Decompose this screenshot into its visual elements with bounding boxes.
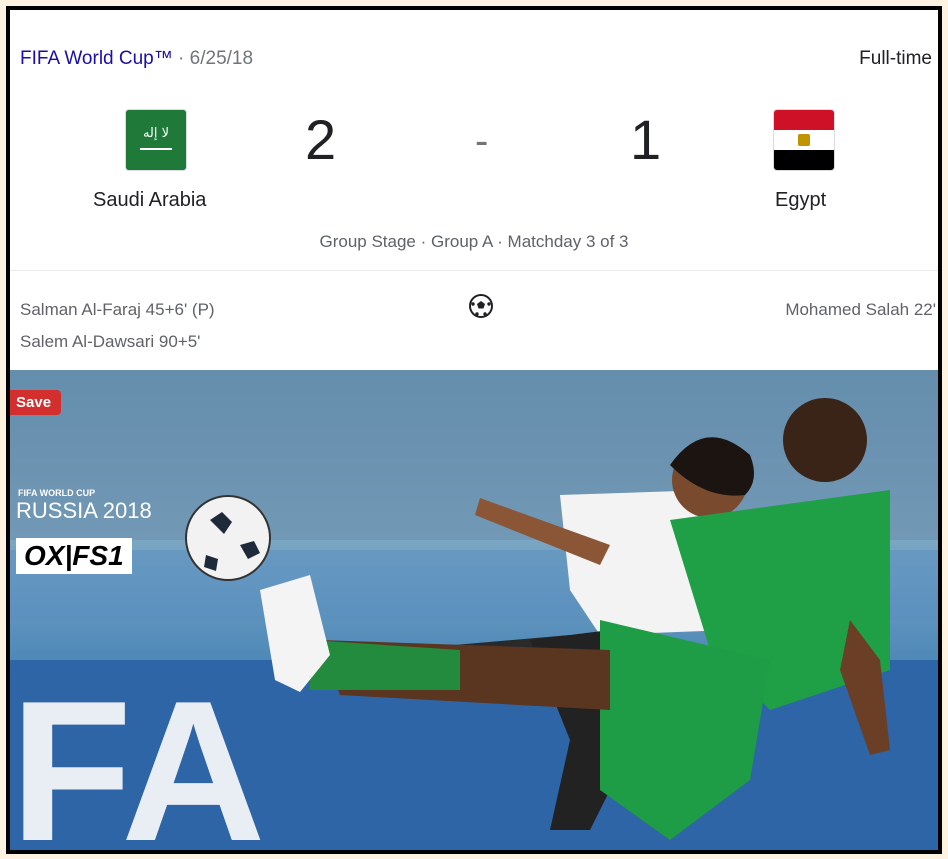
match-card-frame: FIFA World Cup™ · 6/25/18 Full-time ﻻ إل…: [6, 6, 942, 854]
match-date: · 6/25/18: [178, 48, 254, 69]
save-button[interactable]: Save: [10, 390, 62, 415]
svg-text:ﻻ إله: ﻻ إله: [143, 126, 169, 141]
match-highlight-image[interactable]: FA Save FIFA WORLD CUP RUSSIA 2018 OX|FS…: [10, 370, 938, 854]
away-team-name[interactable]: Egypt: [775, 189, 826, 212]
home-scorer: Salman Al-Faraj 45+6' (P): [20, 300, 215, 319]
away-scorer: Mohamed Salah 22': [785, 300, 936, 319]
match-header: FIFA World Cup™ · 6/25/18: [20, 48, 253, 70]
home-team-name[interactable]: Saudi Arabia: [93, 189, 206, 212]
egypt-flag-icon[interactable]: [773, 109, 835, 171]
match-status: Full-time: [859, 48, 932, 69]
soccer-ball-icon: [468, 293, 494, 319]
fifa-board-text: FA: [10, 660, 266, 854]
away-scorers: Mohamed Salah 22': [785, 294, 936, 326]
home-scorer: Salem Al-Dawsari 90+5': [20, 332, 201, 351]
home-scorers: Salman Al-Faraj 45+6' (P) Salem Al-Dawsa…: [20, 294, 215, 358]
match-photo: FA: [10, 370, 938, 854]
score-separator: -: [475, 119, 489, 163]
match-card: FIFA World Cup™ · 6/25/18 Full-time ﻻ إل…: [10, 10, 938, 370]
away-score: 1: [630, 108, 662, 171]
divider: [10, 270, 938, 271]
competition-link[interactable]: FIFA World Cup™: [20, 48, 173, 69]
saudi-arabia-flag-icon[interactable]: ﻻ إله: [125, 109, 187, 171]
wc-logo-small-text: FIFA WORLD CUP: [18, 488, 96, 498]
broadcaster-logo: OX|FS1: [16, 538, 132, 574]
home-score: 2: [305, 108, 337, 171]
wc-logo-text: RUSSIA 2018: [16, 498, 152, 523]
match-stage: Group Stage · Group A · Matchday 3 of 3: [319, 232, 629, 251]
